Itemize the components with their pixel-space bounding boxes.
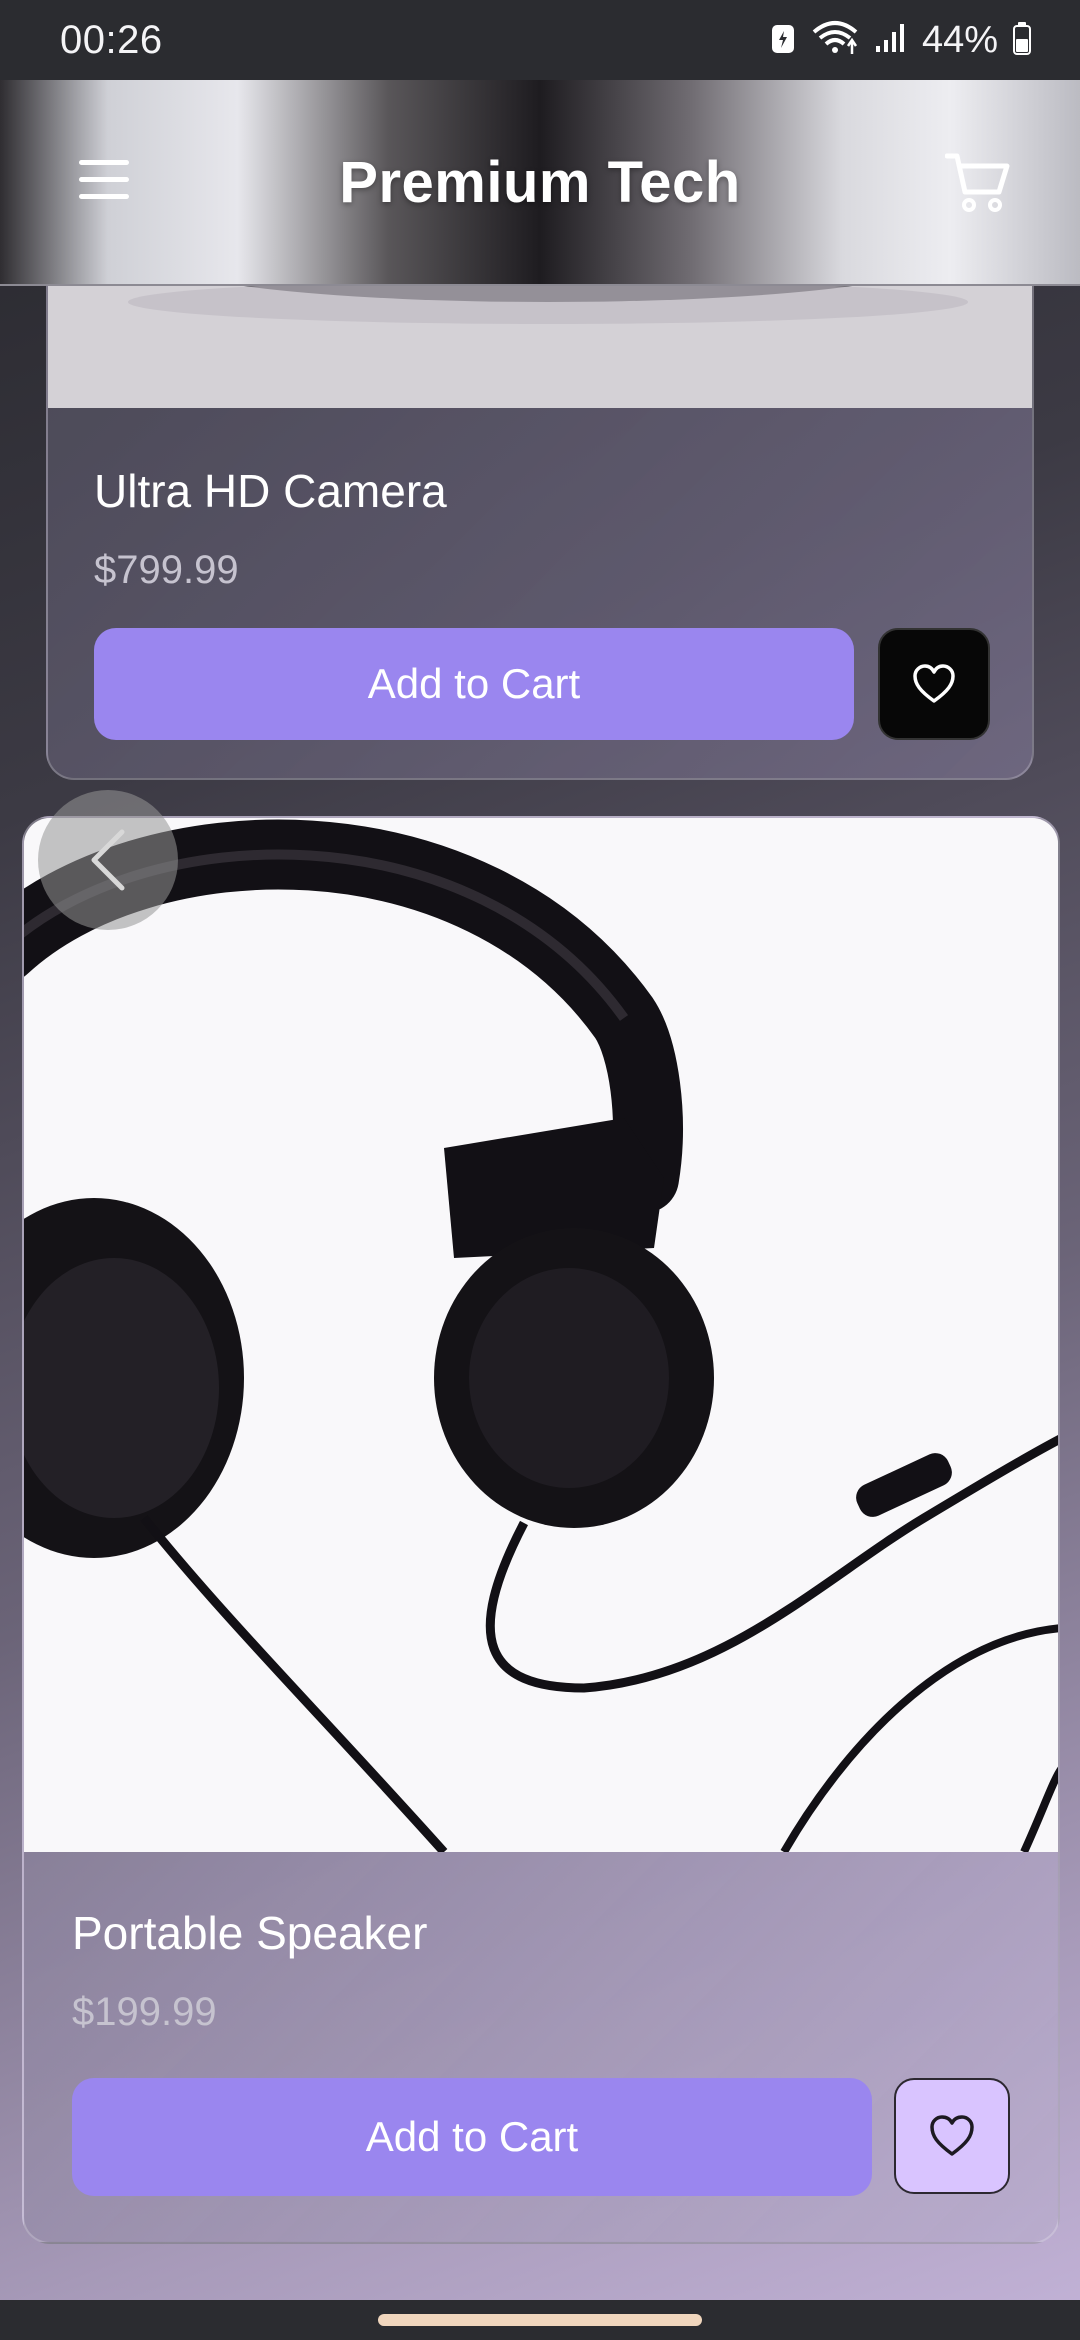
product-price: $799.99 (94, 548, 239, 592)
app-screen: 00:26 44% Premium Tech Ultra HD Camera $… (0, 0, 1080, 2340)
add-to-cart-button[interactable]: Add to Cart (72, 2078, 872, 2196)
favorite-button[interactable] (894, 2078, 1010, 2194)
battery-icon (1012, 21, 1032, 60)
status-icons: 44% (770, 19, 1032, 62)
status-bar: 00:26 44% (0, 0, 1080, 80)
product-card: Portable Speaker $199.99 Add to Cart (22, 816, 1060, 2244)
app-header: Premium Tech (0, 80, 1080, 286)
add-to-cart-button[interactable]: Add to Cart (94, 628, 854, 740)
menu-button[interactable] (70, 152, 138, 208)
hamburger-menu-icon (79, 160, 129, 199)
status-time: 00:26 (60, 17, 163, 62)
product-name: Ultra HD Camera (94, 465, 447, 517)
product-image-headphones (24, 818, 1058, 1852)
back-button[interactable] (38, 790, 178, 930)
shopping-cart-icon (945, 153, 1010, 212)
navigation-bar (0, 2300, 1080, 2340)
wifi-icon (810, 20, 860, 61)
home-indicator[interactable] (378, 2314, 702, 2326)
battery-percentage: 44% (921, 18, 998, 61)
chevron-left-icon (91, 829, 125, 891)
heart-icon (913, 664, 955, 703)
product-card: Ultra HD Camera $799.99 Add to Cart (46, 200, 1034, 780)
heart-icon (930, 2115, 974, 2156)
page-title: Premium Tech (339, 149, 741, 215)
favorite-button[interactable] (878, 628, 990, 740)
signal-icon (874, 22, 908, 59)
battery-saver-icon (770, 21, 796, 60)
product-price: $199.99 (72, 1990, 217, 2034)
product-name: Portable Speaker (72, 1907, 428, 1959)
cart-button[interactable] (942, 146, 1014, 218)
